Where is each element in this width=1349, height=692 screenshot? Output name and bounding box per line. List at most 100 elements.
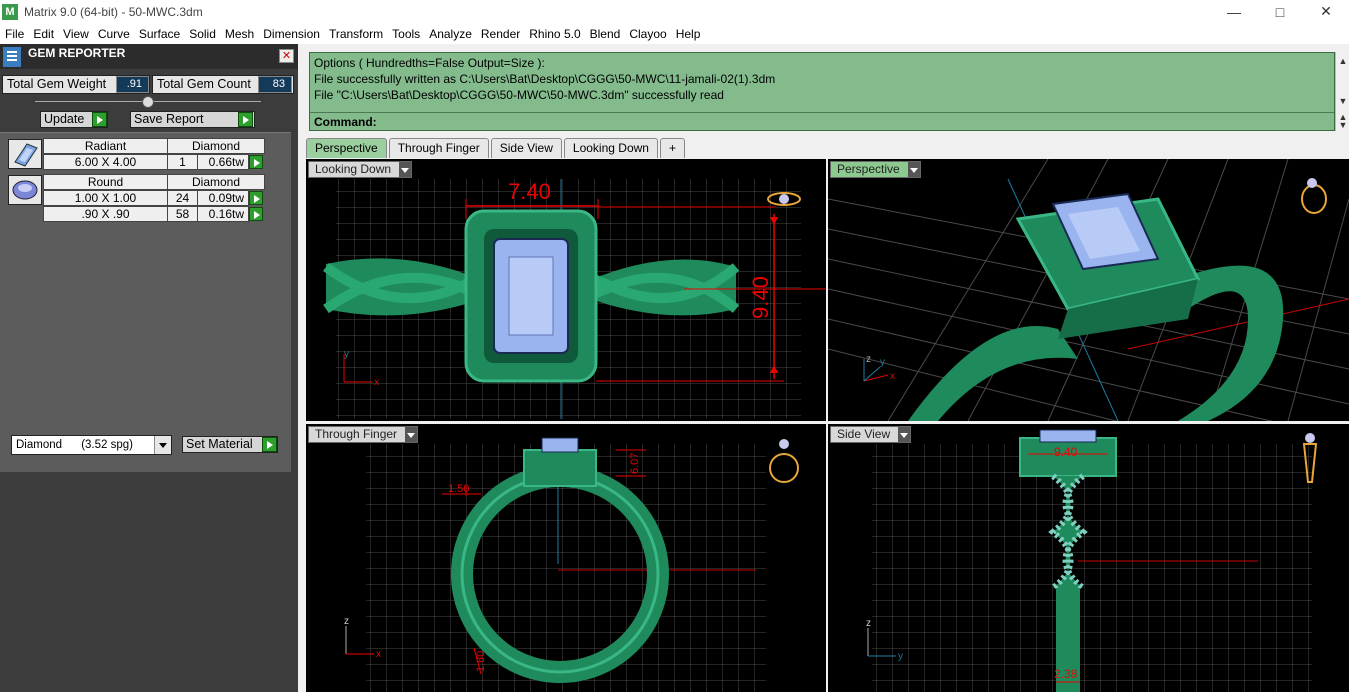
gem-weight: 0.09tw — [197, 190, 249, 206]
dimension-b-label: 6.07 — [629, 453, 641, 474]
close-button[interactable]: ✕ — [1303, 0, 1349, 23]
dimension-c-label: 1.80 — [475, 651, 487, 672]
scroll-down-icon[interactable]: ▼ — [1338, 96, 1348, 106]
gem-count: 1 — [167, 154, 198, 170]
menu-dimension[interactable]: Dimension — [258, 27, 324, 41]
gem-weight: 0.66tw — [197, 154, 249, 170]
panel-close-button[interactable]: ✕ — [279, 49, 294, 63]
menu-edit[interactable]: Edit — [28, 27, 58, 41]
gem-table: Radiant Diamond 6.00 X 4.00 1 0.66tw Rou… — [0, 132, 291, 472]
save-report-arrow-icon[interactable] — [238, 112, 253, 127]
gem-reporter-panel: GEM REPORTER ✕ Total Gem Weight .91 Tota… — [0, 44, 298, 692]
axis-z-label: z — [866, 618, 871, 629]
side-view-canvas: 9.40 2.38 z y — [866, 429, 1318, 692]
command-prompt[interactable]: Command: — [314, 115, 377, 129]
menu-clayoo[interactable]: Clayoo — [624, 27, 670, 41]
viewport-label-side-view[interactable]: Side View — [830, 426, 912, 443]
round-gem-icon — [8, 175, 42, 205]
save-report-label: Save Report — [134, 112, 204, 126]
menu-view[interactable]: View — [58, 27, 93, 41]
axis-y-label: y — [898, 651, 903, 662]
gem-size: .90 X .90 — [43, 206, 168, 222]
chevron-down-icon[interactable] — [154, 436, 171, 454]
window-title: Matrix 9.0 (64-bit) - 50-MWC.3dm — [24, 4, 203, 19]
gem-shape-radiant: Radiant — [43, 138, 168, 154]
menu-help[interactable]: Help — [671, 27, 705, 41]
axis-x-label: x — [376, 649, 381, 660]
menu-analyze[interactable]: Analyze — [424, 27, 476, 41]
add-tab-button[interactable]: + — [659, 138, 685, 158]
gem-size: 1.00 X 1.00 — [43, 190, 168, 206]
menu-file[interactable]: File — [0, 27, 28, 41]
update-arrow-icon[interactable] — [92, 112, 107, 127]
command-line: Options ( Hundredths=False Output=Size )… — [314, 56, 545, 70]
axis-z-label: z — [866, 354, 871, 365]
material-select[interactable]: Diamond (3.52 spg) — [11, 435, 172, 455]
gem-row-arrow-icon[interactable] — [249, 191, 263, 205]
viewport-looking-down[interactable]: 7.40 9.40 x y Looking Down — [306, 159, 826, 421]
save-report-button[interactable]: Save Report — [130, 111, 255, 128]
update-button-label: Update — [44, 112, 85, 126]
viewport-through-finger[interactable]: 1.50 6.07 1.80 z x Through Finger — [306, 424, 826, 692]
gem-count: 24 — [167, 190, 198, 206]
perspective-canvas: z x y — [828, 159, 1349, 421]
viewport-tabs: Perspective Through Finger Side View Loo… — [306, 138, 687, 158]
menu-transform[interactable]: Transform — [324, 27, 387, 41]
minimize-button[interactable]: — — [1211, 0, 1257, 23]
gem-shape-round: Round — [43, 174, 168, 190]
command-line: File "C:\Users\Bat\Desktop\CGGG\50-MWC\5… — [314, 88, 724, 102]
tab-through-finger[interactable]: Through Finger — [388, 138, 489, 158]
gem-count: 58 — [167, 206, 198, 222]
tab-looking-down[interactable]: Looking Down — [563, 138, 658, 158]
dimension-height-label: 9.40 — [748, 276, 773, 319]
viewport-perspective[interactable]: z x y Perspective — [828, 159, 1349, 421]
gem-size: 6.00 X 4.00 — [43, 154, 168, 170]
axis-y-label: y — [344, 349, 349, 360]
dimension-bottom-label: 2.38 — [1054, 667, 1078, 681]
tab-side-view[interactable]: Side View — [490, 138, 562, 158]
set-material-arrow-icon[interactable] — [262, 437, 277, 452]
command-history[interactable]: Options ( Hundredths=False Output=Size )… — [309, 52, 1335, 131]
axis-y-label: y — [880, 357, 885, 368]
app-logo-icon: M — [2, 3, 18, 20]
viewport-label-looking-down[interactable]: Looking Down — [308, 161, 413, 178]
title-bar: M Matrix 9.0 (64-bit) - 50-MWC.3dm — □ ✕ — [0, 0, 1349, 23]
total-count-value: 83 — [258, 76, 292, 93]
menu-bar: File Edit View Curve Surface Solid Mesh … — [0, 23, 1349, 44]
command-divider — [310, 112, 1334, 113]
viewport-label-perspective[interactable]: Perspective — [830, 161, 921, 178]
gem-material-radiant: Diamond — [167, 138, 265, 154]
viewport-side-view[interactable]: 9.40 2.38 z y Side View — [828, 424, 1349, 692]
report-icon — [3, 47, 21, 67]
gem-reporter-title: GEM REPORTER — [28, 46, 126, 60]
splitter-handle[interactable] — [142, 96, 154, 108]
menu-render[interactable]: Render — [476, 27, 524, 41]
dimension-width-label: 7.40 — [508, 179, 551, 204]
scroll-down-icon[interactable]: ▼ — [1338, 120, 1348, 130]
menu-curve[interactable]: Curve — [93, 27, 134, 41]
gem-weight: 0.16tw — [197, 206, 249, 222]
viewport-label-through-finger[interactable]: Through Finger — [308, 426, 419, 443]
axis-x-label: x — [890, 371, 895, 382]
menu-solid[interactable]: Solid — [184, 27, 220, 41]
command-line: File successfully written as C:\Users\Ba… — [314, 72, 776, 86]
menu-blend[interactable]: Blend — [585, 27, 625, 41]
menu-mesh[interactable]: Mesh — [220, 27, 258, 41]
dimension-a-label: 1.50 — [448, 483, 469, 495]
menu-surface[interactable]: Surface — [134, 27, 184, 41]
axis-x-label: x — [374, 377, 379, 388]
dimension-top-label: 9.40 — [1054, 445, 1078, 459]
window-controls: — □ ✕ — [1211, 0, 1349, 23]
radiant-gem-icon — [8, 139, 42, 169]
through-finger-canvas: 1.50 6.07 1.80 z x — [344, 437, 799, 692]
menu-tools[interactable]: Tools — [387, 27, 424, 41]
command-scrollbar[interactable]: ▲ ▼ ▲ ▼ — [1335, 52, 1349, 131]
gem-material-round: Diamond — [167, 174, 265, 190]
tab-perspective[interactable]: Perspective — [306, 138, 387, 158]
gem-row-arrow-icon[interactable] — [249, 155, 263, 169]
gem-row-arrow-icon[interactable] — [249, 207, 263, 221]
maximize-button[interactable]: □ — [1257, 0, 1303, 23]
looking-down-canvas: 7.40 9.40 x y — [323, 179, 826, 419]
menu-rhino[interactable]: Rhino 5.0 — [524, 27, 584, 41]
scroll-up-icon[interactable]: ▲ — [1338, 56, 1348, 66]
